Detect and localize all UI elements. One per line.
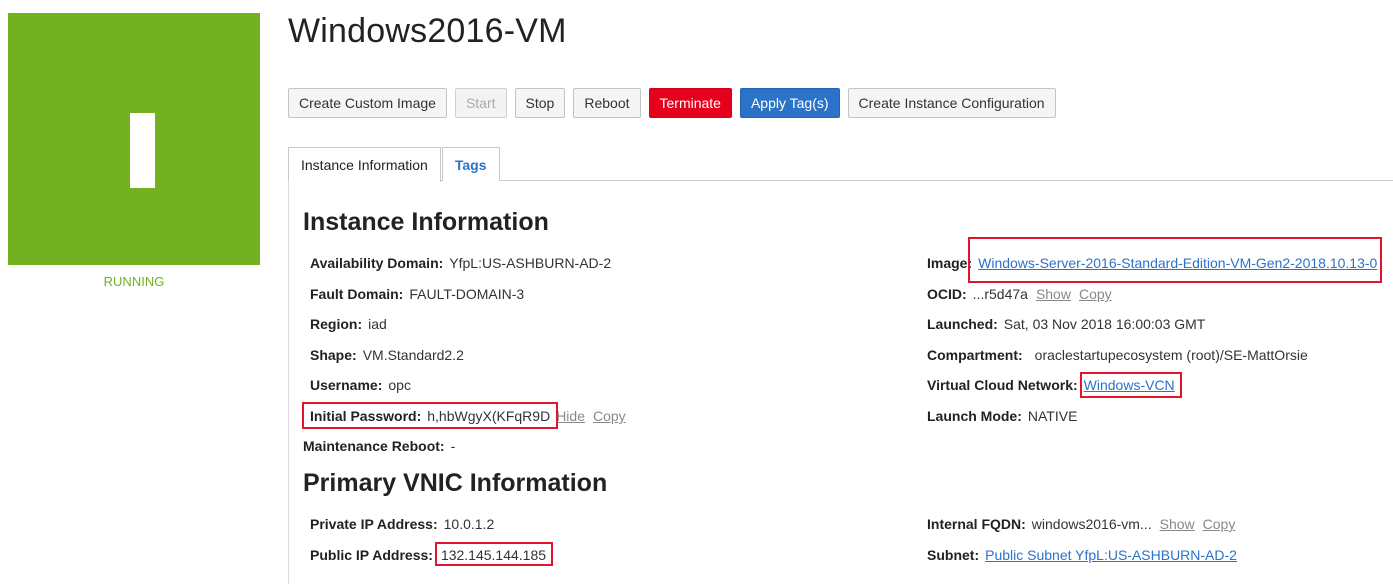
create-instance-configuration-button[interactable]: Create Instance Configuration [847, 88, 1056, 118]
internal-fqdn-label: Internal FQDN: [927, 516, 1026, 532]
internal-fqdn-field: Internal FQDN: windows2016-vm... Show Co… [927, 513, 1235, 535]
launch-mode-value: NATIVE [1027, 408, 1078, 424]
launched-value: Sat, 03 Nov 2018 16:00:03 GMT [1003, 316, 1206, 332]
private-ip-label: Private IP Address: [310, 516, 438, 532]
fault-domain-value: FAULT-DOMAIN-3 [409, 286, 525, 302]
compartment-label: Compartment: [927, 347, 1023, 363]
image-link[interactable]: Windows-Server-2016-Standard-Edition-VM-… [978, 255, 1377, 271]
details-tabs: Instance Information Tags [288, 147, 1393, 182]
initial-password-field: Initial Password: h,hbWgyX(KFqR9D Hide C… [310, 405, 626, 427]
shape-field: Shape: VM.Standard2.2 [310, 344, 464, 366]
launch-mode-field: Launch Mode: NATIVE [927, 405, 1077, 427]
page-title: Windows2016-VM [288, 12, 567, 50]
shape-value: VM.Standard2.2 [362, 347, 464, 363]
region-field: Region: iad [310, 313, 387, 335]
show-fqdn-link[interactable]: Show [1160, 516, 1195, 532]
shape-label: Shape: [310, 347, 357, 363]
compartment-field: Compartment: oraclestartupecosystem (roo… [927, 344, 1308, 366]
vcn-field: Virtual Cloud Network: Windows-VCN [927, 374, 1175, 396]
stop-button[interactable]: Stop [514, 88, 566, 118]
copy-ocid-link[interactable]: Copy [1079, 286, 1112, 302]
subnet-link[interactable]: Public Subnet YfpL:US-ASHBURN-AD-2 [985, 547, 1237, 563]
copy-password-link[interactable]: Copy [593, 408, 626, 424]
username-value: opc [388, 377, 411, 393]
fault-domain-field: Fault Domain: FAULT-DOMAIN-3 [310, 283, 524, 305]
instance-status-tile [8, 13, 260, 265]
tab-tags[interactable]: Tags [441, 147, 500, 181]
username-field: Username: opc [310, 374, 411, 396]
vcn-label: Virtual Cloud Network: [927, 377, 1078, 393]
region-value: iad [368, 316, 387, 332]
private-ip-value: 10.0.1.2 [443, 516, 495, 532]
availability-domain-field: Availability Domain: YfpL:US-ASHBURN-AD-… [310, 252, 611, 274]
instance-details-page: RUNNING Windows2016-VM Create Custom Ima… [0, 0, 1393, 584]
compartment-value: oraclestartupecosystem (root)/SE-MattOrs… [1034, 347, 1308, 363]
launch-mode-label: Launch Mode: [927, 408, 1022, 424]
show-ocid-link[interactable]: Show [1036, 286, 1071, 302]
apply-tags-button[interactable]: Apply Tag(s) [739, 88, 840, 118]
internal-fqdn-value: windows2016-vm... [1031, 516, 1152, 532]
primary-vnic-heading: Primary VNIC Information [303, 469, 608, 497]
availability-domain-label: Availability Domain: [310, 255, 444, 271]
region-label: Region: [310, 316, 363, 332]
initial-password-value: h,hbWgyX(KFqR9D [427, 408, 551, 424]
subnet-field: Subnet: Public Subnet YfpL:US-ASHBURN-AD… [927, 544, 1237, 566]
public-ip-label: Public IP Address: [310, 547, 433, 563]
public-ip-field: Public IP Address: 132.145.144.185 [310, 544, 546, 566]
ocid-label: OCID: [927, 286, 967, 302]
ocid-value: ...r5d47a [972, 286, 1028, 302]
hide-password-link[interactable]: Hide [556, 408, 585, 424]
maintenance-reboot-label: Maintenance Reboot: [303, 438, 445, 454]
image-label: Image: [927, 255, 973, 271]
tab-instance-information[interactable]: Instance Information [288, 147, 441, 182]
ocid-field: OCID: ...r5d47a Show Copy [927, 283, 1112, 305]
private-ip-field: Private IP Address: 10.0.1.2 [310, 513, 494, 535]
content-divider [288, 181, 289, 584]
image-field: Image: Windows-Server-2016-Standard-Edit… [927, 252, 1377, 274]
terminate-button[interactable]: Terminate [648, 88, 732, 118]
action-toolbar: Create Custom Image Start Stop Reboot Te… [288, 88, 1056, 118]
subnet-label: Subnet: [927, 547, 980, 563]
instance-information-heading: Instance Information [303, 208, 549, 236]
maintenance-reboot-value: - [450, 438, 456, 454]
start-button[interactable]: Start [454, 88, 507, 118]
launched-label: Launched: [927, 316, 998, 332]
instance-status-label: RUNNING [103, 274, 165, 289]
copy-fqdn-link[interactable]: Copy [1203, 516, 1236, 532]
availability-domain-value: YfpL:US-ASHBURN-AD-2 [449, 255, 612, 271]
reboot-button[interactable]: Reboot [573, 88, 641, 118]
fault-domain-label: Fault Domain: [310, 286, 404, 302]
maintenance-reboot-field: Maintenance Reboot: - [303, 435, 455, 457]
username-label: Username: [310, 377, 383, 393]
instance-icon [130, 113, 155, 188]
public-ip-value: 132.145.144.185 [440, 547, 547, 563]
launched-field: Launched: Sat, 03 Nov 2018 16:00:03 GMT [927, 313, 1205, 335]
initial-password-label: Initial Password: [310, 408, 422, 424]
vcn-link[interactable]: Windows-VCN [1084, 377, 1175, 393]
create-custom-image-button[interactable]: Create Custom Image [288, 88, 447, 118]
